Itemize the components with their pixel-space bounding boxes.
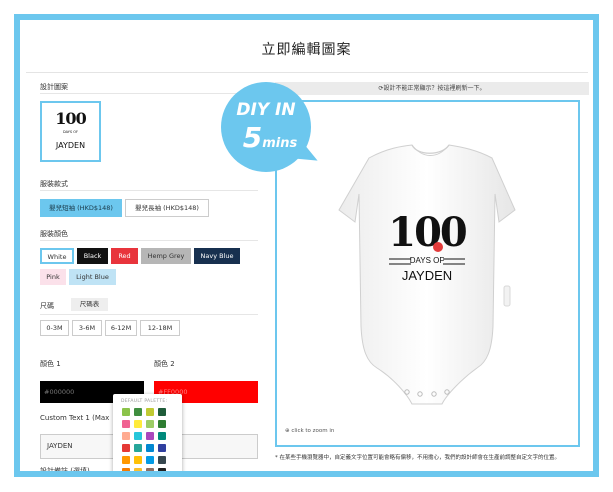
palette-swatch[interactable] <box>146 420 154 428</box>
badge-number: 5 <box>242 121 263 154</box>
palette-swatch[interactable] <box>134 456 142 464</box>
clown-nose-icon <box>433 242 443 252</box>
size-option[interactable]: 3-6M <box>72 320 102 336</box>
palette-swatch[interactable] <box>158 408 166 416</box>
title-divider <box>26 72 588 73</box>
zoom-icon: ⊕ <box>285 428 290 434</box>
zoom-hint[interactable]: ⊕ click to zoom in <box>285 428 334 434</box>
page-title: 立即編輯圖案 <box>261 42 352 58</box>
palette-swatch[interactable] <box>146 444 154 452</box>
color-option-white[interactable]: White <box>40 248 74 264</box>
print-number: 100 <box>388 209 466 256</box>
divider <box>40 240 258 241</box>
remark-label: 設計備註 (選填) <box>40 467 90 475</box>
print-name: JAYDEN <box>402 268 452 283</box>
size-option[interactable]: 0-3M <box>40 320 69 336</box>
color1-label: 顏色 1 <box>40 360 61 368</box>
palette-swatch[interactable] <box>146 432 154 440</box>
custom-text-label: Custom Text 1 (Max <box>40 414 110 422</box>
palette-swatch[interactable] <box>134 468 142 471</box>
editor-panel: 立即編輯圖案 設計圖案 100 DAYS OF JAYDEN 服裝款式 嬰兒短袖… <box>14 14 599 477</box>
color-option-black[interactable]: Black <box>77 248 108 264</box>
palette-swatch[interactable] <box>158 456 166 464</box>
size-chart-button[interactable]: 尺碼表 <box>71 298 108 311</box>
palette-swatch[interactable] <box>122 444 130 452</box>
design-section-label: 設計圖案 <box>40 83 68 91</box>
thumb-subline: DAYS OF <box>63 130 78 134</box>
design-thumbnail[interactable]: 100 DAYS OF JAYDEN <box>40 101 101 162</box>
palette-swatch[interactable] <box>158 432 166 440</box>
zoom-hint-text: click to zoom in <box>291 428 335 434</box>
style-section-label: 服裝款式 <box>40 180 68 188</box>
palette-swatch[interactable] <box>122 420 130 428</box>
palette-swatch[interactable] <box>122 456 130 464</box>
palette-swatch[interactable] <box>146 468 154 471</box>
color-palette-popup: DEFAULT PALETTE: <box>113 394 182 471</box>
size-option[interactable]: 6-12M <box>105 320 137 336</box>
size-option[interactable]: 12-18M <box>140 320 180 336</box>
palette-swatch[interactable] <box>134 432 142 440</box>
palette-swatch[interactable] <box>146 408 154 416</box>
style-option[interactable]: 嬰兒長袖 (HKD$148) <box>125 199 209 217</box>
color-section-label: 服裝顏色 <box>40 230 68 238</box>
style-option[interactable]: 嬰兒短袖 (HKD$148) <box>40 199 122 217</box>
color-option-light-blue[interactable]: Light Blue <box>69 269 116 285</box>
palette-swatch[interactable] <box>134 408 142 416</box>
badge-unit: mins <box>262 136 298 151</box>
palette-swatch[interactable] <box>122 468 130 471</box>
palette-swatch[interactable] <box>134 420 142 428</box>
thumb-name: JAYDEN <box>55 141 86 150</box>
print-subline: DAYS OF <box>410 256 445 265</box>
palette-label: DEFAULT PALETTE: <box>121 399 168 404</box>
refresh-design-bar[interactable]: ⟳設計不能正常顯示？按這裡刷新一下。 <box>275 82 589 95</box>
badge-line2: 5mins <box>225 121 315 154</box>
color2-label: 顏色 2 <box>154 360 175 368</box>
palette-swatch[interactable] <box>122 408 130 416</box>
palette-swatch[interactable] <box>158 420 166 428</box>
onesie-illustration: 100 DAYS OF JAYDEN <box>338 144 516 405</box>
size-section-label: 尺碼 <box>40 302 54 310</box>
divider <box>40 190 258 191</box>
color-option-pink[interactable]: Pink <box>40 269 66 285</box>
color-option-red[interactable]: Red <box>111 248 138 264</box>
palette-swatch[interactable] <box>158 444 166 452</box>
palette-swatch[interactable] <box>122 432 130 440</box>
side-tag <box>503 285 511 307</box>
palette-swatch[interactable] <box>134 444 142 452</box>
position-notice: * 在某些手機瀏覽器中，自定義文字位置可能會略有偏移，不用擔心，我們的設計師會在… <box>275 455 561 461</box>
divider <box>40 93 258 94</box>
badge-line1: DIY IN <box>236 100 296 120</box>
color-option-hemp-grey[interactable]: Hemp Grey <box>141 248 191 264</box>
color-option-navy-blue[interactable]: Navy Blue <box>194 248 240 264</box>
thumb-number: 100 <box>55 109 86 128</box>
divider <box>40 314 258 315</box>
palette-swatch[interactable] <box>158 468 166 471</box>
palette-swatch[interactable] <box>146 456 154 464</box>
